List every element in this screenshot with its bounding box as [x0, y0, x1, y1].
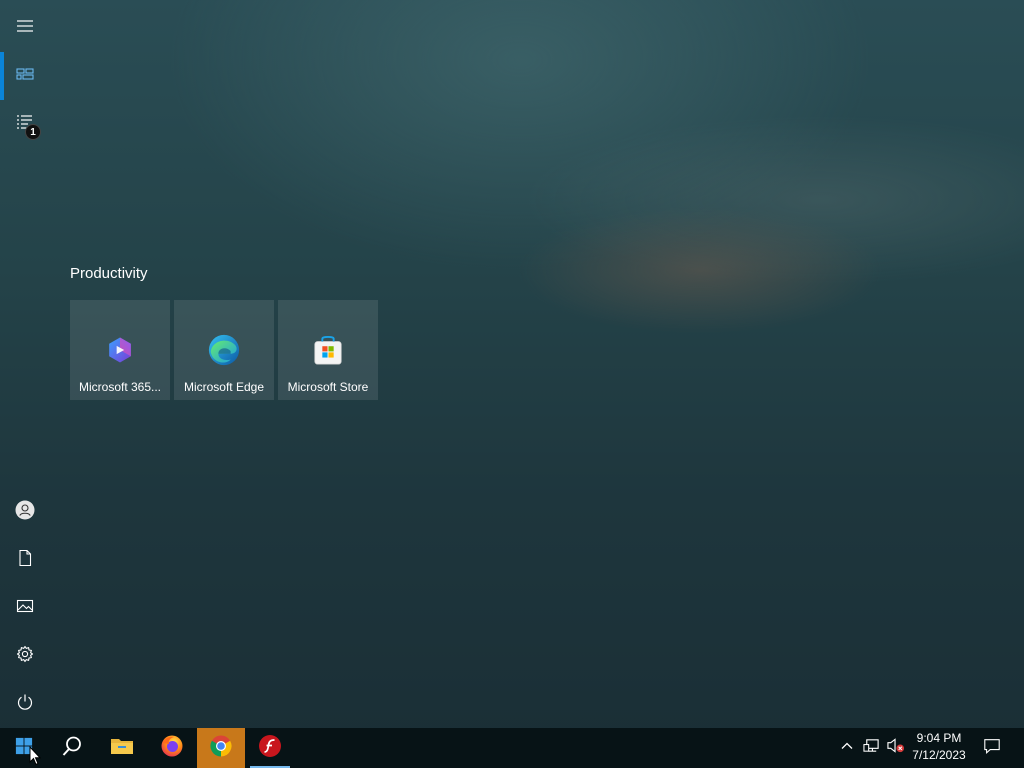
start-menu: 1 Productivity Microsoft 365... Microsof…: [0, 0, 1024, 728]
user-icon: [15, 500, 35, 525]
file-explorer-button[interactable]: [98, 728, 146, 768]
notification-icon: [983, 737, 1001, 760]
tile-microsoft-365[interactable]: Microsoft 365...: [70, 300, 170, 400]
chrome-button[interactable]: [197, 728, 245, 768]
firefox-icon: [160, 734, 184, 763]
tile-label: Microsoft Edge: [183, 380, 265, 394]
all-apps-button[interactable]: [0, 100, 50, 148]
group-title[interactable]: Productivity: [70, 265, 148, 282]
mouse-cursor-icon: [29, 745, 42, 768]
taskbar: 9:04 PM 7/12/2023: [0, 728, 1024, 768]
clock-time: 9:04 PM: [916, 731, 962, 745]
network-button[interactable]: [860, 728, 882, 768]
volume-muted-icon: [886, 737, 905, 759]
chrome-icon: [209, 734, 233, 763]
pictures-icon: [16, 597, 34, 620]
document-icon: [16, 549, 34, 572]
power-button[interactable]: [0, 680, 50, 728]
tile-label: Microsoft 365...: [78, 380, 162, 394]
folder-icon: [110, 734, 134, 763]
user-account-button[interactable]: [0, 488, 50, 536]
flash-icon: [258, 734, 282, 763]
search-button[interactable]: [48, 728, 96, 768]
start-rail: 1: [0, 0, 50, 728]
show-hidden-icons-button[interactable]: [838, 728, 856, 768]
search-icon: [61, 735, 83, 762]
documents-button[interactable]: [0, 536, 50, 584]
tiles-view-button[interactable]: [0, 52, 50, 100]
microsoft-365-icon: [102, 332, 138, 368]
firefox-button[interactable]: [148, 728, 196, 768]
store-icon: [310, 332, 346, 368]
expand-button[interactable]: [0, 4, 50, 52]
tile-microsoft-edge[interactable]: Microsoft Edge: [174, 300, 274, 400]
edge-icon: [206, 332, 242, 368]
chevron-up-icon: [840, 739, 854, 758]
volume-button[interactable]: [884, 728, 906, 768]
network-icon: [862, 737, 880, 759]
clock[interactable]: 9:04 PM 7/12/2023: [906, 730, 972, 766]
gear-icon: [16, 645, 34, 668]
flash-button[interactable]: [246, 728, 294, 768]
power-icon: [16, 693, 34, 716]
settings-button[interactable]: [0, 632, 50, 680]
tile-label: Microsoft Store: [287, 380, 369, 394]
notification-badge: 1: [25, 124, 41, 140]
pictures-button[interactable]: [0, 584, 50, 632]
tiles-icon: [16, 65, 34, 88]
hamburger-icon: [16, 17, 34, 40]
tile-microsoft-store[interactable]: Microsoft Store: [278, 300, 378, 400]
clock-date: 7/12/2023: [912, 748, 966, 762]
action-center-button[interactable]: [978, 728, 1006, 768]
